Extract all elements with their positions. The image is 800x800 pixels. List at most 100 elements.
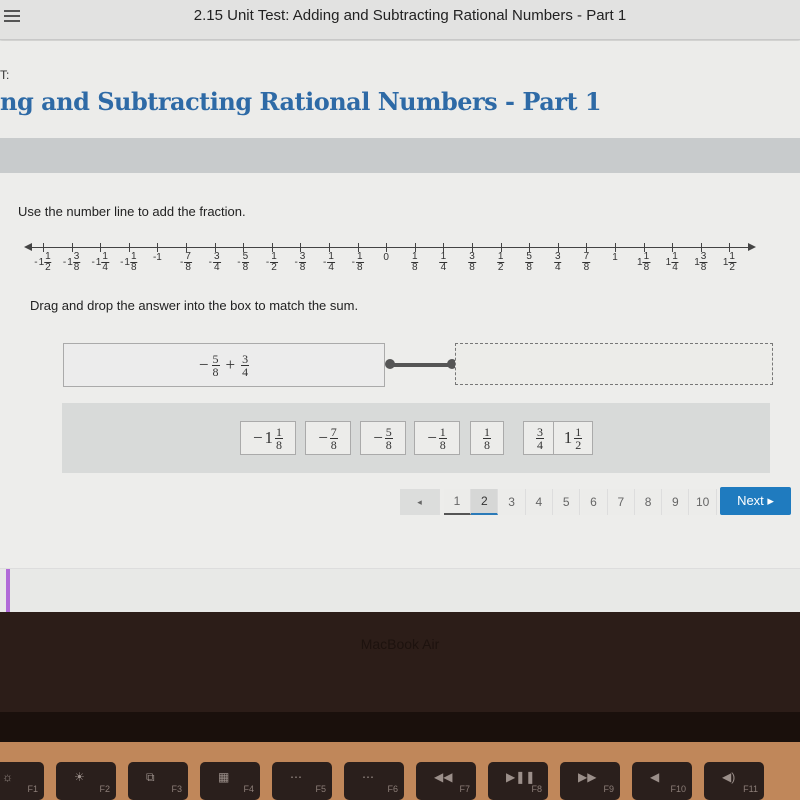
page-5-button[interactable]: 5: [553, 489, 581, 515]
key-label: F8: [531, 784, 542, 794]
tile-fraction: 12: [574, 424, 583, 451]
answer-tile[interactable]: 34: [523, 421, 557, 455]
tick-sign: -: [265, 257, 270, 268]
answer-tile[interactable]: 112: [553, 421, 593, 455]
header-band: [0, 138, 800, 173]
number-line-tick: [100, 243, 102, 252]
key-label: F2: [99, 784, 110, 794]
denominator: 8: [643, 262, 650, 273]
tick-fraction: 34: [554, 252, 562, 273]
number-line-label: -138: [62, 252, 81, 273]
page-4-button[interactable]: 4: [525, 489, 553, 515]
tick-fraction: 14: [327, 252, 335, 273]
number-line-tick: [157, 243, 159, 252]
number-line-label: 114: [666, 252, 679, 273]
denominator: 8: [484, 437, 490, 452]
key-glyph-icon: ▦: [218, 770, 230, 784]
function-key-f8: ▶❚❚ F8: [488, 762, 548, 800]
denominator: 8: [330, 437, 337, 452]
denominator: 8: [130, 262, 137, 273]
denominator: 8: [385, 437, 392, 452]
function-key-f3: ⧉ F3: [128, 762, 188, 800]
right-arrow-icon: [748, 243, 756, 251]
function-key-f10: ◀ F10: [632, 762, 692, 800]
tick-fraction: 14: [671, 252, 679, 273]
numerator: 5: [211, 351, 220, 366]
denominator: 8: [583, 262, 590, 273]
answer-tile[interactable]: −7 8: [305, 421, 351, 455]
key-glyph-icon: ☼: [2, 770, 13, 784]
question-instruction: Use the number line to add the fraction.: [18, 204, 246, 219]
function-key-f4: ▦ F4: [200, 762, 260, 800]
number-line-label: 118: [637, 252, 651, 273]
tick-fraction: 78: [184, 252, 192, 273]
tick-sign: -: [351, 257, 355, 268]
tile-sign: −: [373, 428, 383, 447]
key-label: F4: [243, 784, 254, 794]
next-button[interactable]: Next ▸: [720, 487, 791, 515]
tile-whole: 1: [264, 428, 274, 447]
tick-fraction: 18: [411, 252, 419, 273]
answer-tile[interactable]: −5 8: [360, 421, 406, 455]
tick-fraction: 38: [699, 252, 708, 273]
answer-tile[interactable]: −1 1 8: [240, 421, 296, 455]
numerator: 3: [241, 351, 250, 366]
number-line-label: 12: [496, 252, 505, 273]
tick-sign: -: [62, 257, 67, 268]
tick-fraction: 38: [468, 252, 476, 273]
laptop-hinge: [0, 712, 800, 742]
denominator: 8: [299, 262, 306, 273]
page-6-button[interactable]: 6: [580, 489, 608, 515]
answer-tiles-tray: −1 1 8−7 8−5 8−1 8 1 8 3 4 1 1 2: [62, 403, 770, 473]
number-line-label: 14: [439, 252, 448, 273]
page-3-button[interactable]: 3: [498, 489, 526, 515]
page-9-button[interactable]: 9: [662, 489, 690, 515]
key-label: F11: [743, 784, 758, 794]
number-line-label: 0: [383, 252, 389, 263]
page-7-button[interactable]: 7: [607, 489, 635, 515]
page-2-button[interactable]: 2: [471, 489, 499, 515]
tick-fraction: 58: [241, 252, 250, 273]
key-glyph-icon: ◀: [650, 770, 660, 784]
denominator: 8: [700, 262, 707, 273]
tick-fraction: 12: [496, 252, 505, 273]
denominator: 8: [412, 262, 418, 273]
numerator: 1: [483, 424, 491, 439]
denominator: 2: [45, 262, 51, 273]
page-8-button[interactable]: 8: [635, 489, 663, 515]
key-glyph-icon: ◀◀: [434, 770, 453, 784]
top-bar: 2.15 Unit Test: Adding and Subtracting R…: [0, 0, 800, 40]
numerator: 1: [574, 424, 583, 439]
tile-fraction: 18: [438, 426, 447, 451]
answer-tile[interactable]: −1 8: [414, 421, 460, 455]
tick-fraction: 12: [728, 252, 736, 273]
number-line: -1 1 2-1 3 8-1 1 4-1 1 8 -1-7 8-3 4-5 8-1 2-3 8-1 4-1 8 0…: [0, 233, 800, 283]
number-line-label: 78: [582, 252, 591, 273]
denominator: 4: [328, 262, 334, 273]
tick-fraction: 38: [298, 252, 307, 273]
number-line-label: 18: [411, 252, 419, 273]
prev-triangle-icon: ◂: [417, 496, 422, 507]
key-label: F5: [315, 784, 326, 794]
number-line-label: -118: [120, 252, 138, 273]
number-line-label: -78: [180, 252, 192, 273]
answer-drop-target[interactable]: [455, 343, 773, 385]
key-glyph-icon: ⋯: [290, 770, 302, 784]
denominator: 4: [102, 262, 108, 273]
number-line-label: -12: [266, 252, 278, 273]
function-key-f11: ◀) F11: [704, 762, 764, 800]
number-line-label: 58: [525, 252, 533, 273]
function-key-f2: ☀ F2: [56, 762, 116, 800]
question-panel: Use the number line to add the fraction.…: [0, 173, 800, 612]
denominator: 2: [271, 262, 277, 273]
page-1-button[interactable]: 1: [444, 489, 471, 515]
plus-operator: +: [225, 355, 236, 374]
key-glyph-icon: ▶❚❚: [506, 770, 536, 784]
test-title: 2.15 Unit Test: Adding and Subtracting R…: [193, 7, 627, 24]
function-key-f9: ▶▶ F9: [560, 762, 620, 800]
answer-tile[interactable]: 18: [470, 421, 504, 455]
prev-page-button[interactable]: ◂: [400, 489, 440, 515]
number-line-label: -1: [153, 252, 162, 263]
tick-sign: -: [237, 257, 241, 268]
page-10-button[interactable]: 10: [689, 489, 717, 515]
